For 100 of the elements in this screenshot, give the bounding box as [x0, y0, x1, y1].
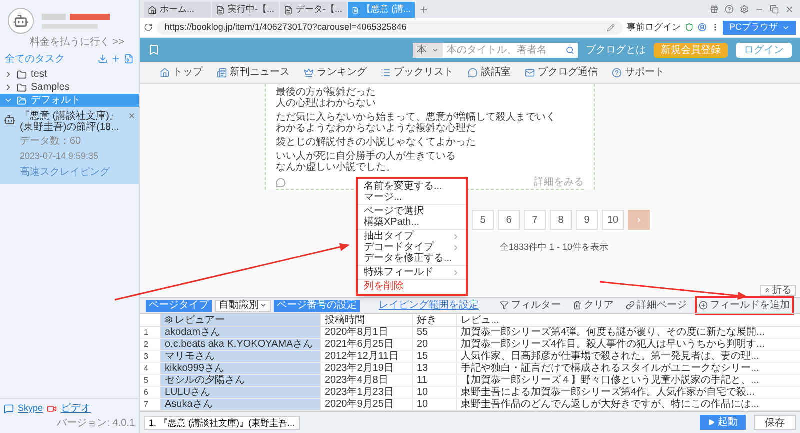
page-type-label: ページタイプ: [146, 300, 212, 312]
import-icon[interactable]: [124, 54, 134, 64]
redacted-block: [42, 14, 66, 20]
logo-icon[interactable]: [148, 44, 160, 56]
toolbar-action[interactable]: フィルター: [496, 296, 565, 315]
review-line: 袋とじの解説付きの小説じゃなくてよかった: [276, 137, 477, 148]
browser-tab[interactable]: ホーム...: [144, 2, 211, 18]
page-button[interactable]: 8: [550, 210, 572, 230]
range-link[interactable]: レイピング範囲を設定: [379, 298, 479, 313]
nav-link[interactable]: トップ: [173, 65, 203, 80]
restore-icon[interactable]: [770, 4, 779, 14]
column-header[interactable]: 投稿時間: [320, 314, 412, 326]
row-number: 6: [143, 387, 150, 398]
column-header[interactable]: レビュ...: [456, 314, 800, 326]
toolbar-action[interactable]: クリア: [569, 296, 618, 315]
column-header[interactable]: レビュアー: [160, 314, 320, 326]
page-button[interactable]: 5: [472, 210, 494, 230]
table-cell: 55: [412, 327, 456, 338]
folder-icon: [17, 82, 27, 92]
settings-icon[interactable]: [740, 4, 749, 14]
table-cell: LULUさん: [160, 387, 320, 398]
nav-link[interactable]: ブクログ通信: [538, 65, 598, 80]
ranking-icon: [304, 68, 314, 78]
menu-item[interactable]: デコードタイプ: [358, 242, 466, 253]
reload-icon[interactable]: [144, 23, 153, 32]
page-button[interactable]: 10: [602, 210, 624, 230]
user-icon[interactable]: [698, 23, 707, 32]
help-icon[interactable]: [725, 4, 734, 14]
edit-icon[interactable]: [607, 24, 615, 32]
table-cell: 11: [412, 375, 456, 386]
table-cell: マリモさん: [160, 351, 320, 362]
prelogin-button[interactable]: 事前ログイン: [627, 20, 681, 34]
nav-link[interactable]: 談話室: [481, 65, 511, 80]
menu-item[interactable]: 抽出タイプ: [358, 231, 466, 242]
table-cell: 20: [412, 339, 456, 350]
menu-item[interactable]: 列を削除: [358, 281, 466, 292]
column-header[interactable]: 好き: [412, 314, 456, 326]
browser-tab[interactable]: データ-【...: [280, 2, 347, 18]
task-mode: 高速スクレイピング: [20, 166, 111, 180]
url-field[interactable]: https://booklog.jp/item/1/4062730170?carousel=4065325846: [156, 20, 623, 34]
toolbar-action[interactable]: フィールドを追加: [695, 296, 794, 315]
browser-tab[interactable]: 実行中-【...: [212, 2, 279, 18]
close-icon[interactable]: [128, 112, 136, 120]
menu-item[interactable]: 特殊フィールド: [358, 267, 466, 278]
link-icon: [626, 301, 635, 310]
search-field[interactable]: 本のタイトル、著者名: [443, 42, 578, 58]
page-icon: [284, 6, 293, 14]
task-time: 2023-07-14 9:59:35: [20, 150, 100, 163]
gift-icon[interactable]: [710, 4, 719, 14]
redacted-block: [70, 14, 110, 20]
page-button[interactable]: 7: [524, 210, 546, 230]
result-count: 全1833件中 1 - 10件を表示: [500, 242, 609, 252]
table-cell: 2020年9月25日: [320, 399, 412, 410]
review-line: 人の心理はわからない: [276, 98, 377, 109]
category-select[interactable]: 本: [413, 42, 443, 58]
home-icon: [148, 6, 157, 14]
new-tab-icon[interactable]: [419, 5, 429, 15]
task-count: データ数：60: [20, 135, 82, 149]
save-button[interactable]: 保存: [754, 415, 796, 430]
folder-item[interactable]: test: [0, 68, 139, 81]
filter-icon: [500, 301, 509, 310]
page-button[interactable]: 6: [498, 210, 520, 230]
nav-link[interactable]: ブックリスト: [394, 65, 454, 80]
row-number: 3: [143, 351, 150, 362]
menu-item[interactable]: 構築XPath...: [358, 217, 466, 228]
page-icon: [216, 6, 225, 14]
clear-icon: [573, 301, 582, 310]
comment-icon[interactable]: [276, 178, 286, 188]
table-cell: akodamさん: [160, 327, 320, 338]
home-icon: [160, 68, 170, 78]
folder-item[interactable]: Samples: [0, 81, 139, 94]
video-link[interactable]: ビデオ: [61, 401, 92, 416]
task-tab[interactable]: 1. 『悪意 (講談社文庫)』(東野圭吾...: [144, 416, 300, 430]
table-cell: kikko999さん: [160, 363, 320, 374]
row-number: 7: [143, 399, 150, 410]
task-title: 『悪意 (講談社文庫)』(東野圭吾)の節評(18...: [20, 111, 120, 133]
page-type-select[interactable]: 自動識別: [215, 300, 271, 312]
page-icon: [352, 6, 359, 14]
video-icon: [47, 404, 58, 414]
page-button[interactable]: 9: [576, 210, 598, 230]
menu-item[interactable]: ページで選択: [358, 206, 466, 217]
menu-item[interactable]: 名前を変更する...: [358, 181, 466, 192]
collapse-button[interactable]: 折る: [760, 285, 796, 296]
nav-link[interactable]: ランキング: [317, 65, 367, 80]
toolbar-action[interactable]: 詳細ページ: [622, 296, 691, 315]
table-cell: 2021年6月25日: [320, 339, 412, 350]
download-icon[interactable]: [98, 54, 108, 64]
skype-link[interactable]: Skype: [18, 402, 44, 416]
close-icon[interactable]: [785, 4, 794, 14]
search-icon[interactable]: [566, 46, 574, 54]
nav-link[interactable]: サポート: [625, 65, 665, 80]
task-card[interactable]: 『悪意 (講談社文庫)』(東野圭吾)の節評(18... データ数：60 2023-07-14 9:59:35 高速スクレイピング: [0, 107, 139, 184]
review-line: わかるようなわからないような複雑な心理だ: [276, 123, 477, 134]
menu-item[interactable]: マージ...: [358, 192, 466, 203]
menu-item[interactable]: データを修正する...: [358, 253, 466, 264]
nav-link[interactable]: 新刊ニュース: [230, 65, 290, 80]
robot-icon: [4, 114, 16, 126]
shield-icon[interactable]: [685, 23, 694, 32]
add-icon[interactable]: [111, 54, 121, 64]
table-cell: 2023年2月19日: [320, 363, 412, 374]
